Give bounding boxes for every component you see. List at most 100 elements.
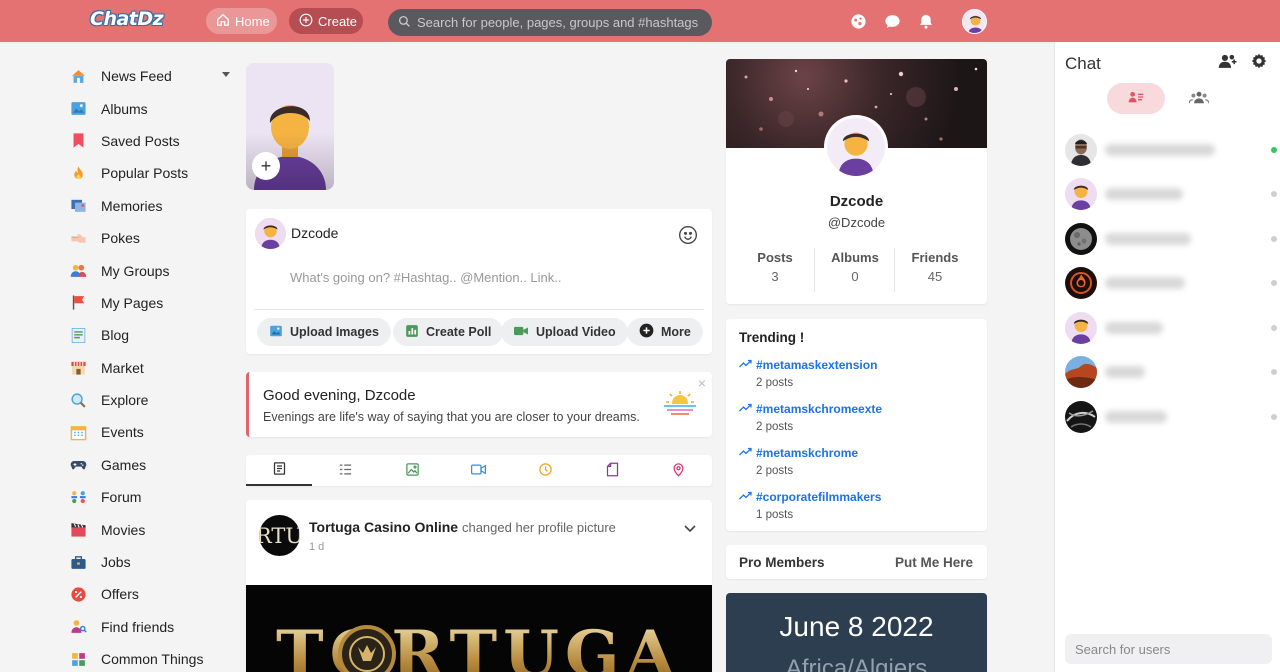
site-logo[interactable]: ChatDz [90,8,164,30]
sidebar-item-events[interactable]: Events [70,416,240,448]
chat-icon[interactable] [882,11,902,31]
stat-label: Albums [831,250,879,265]
tab-maps[interactable] [645,455,711,486]
trending-tag-link[interactable]: #metamaskextension [739,358,877,372]
tab-files[interactable] [579,455,645,486]
put-me-here-link[interactable]: Put Me Here [895,555,973,570]
post-author-avatar[interactable]: RTU [259,515,300,556]
tab-text-posts[interactable] [312,455,378,486]
more-icon [639,323,654,341]
sidebar-item-label: My Pages [101,294,164,311]
stat-posts[interactable]: Posts 3 [735,250,815,284]
post-action-text: changed her profile picture [461,520,616,535]
tab-videos[interactable] [445,455,511,486]
gear-icon[interactable] [1251,53,1267,72]
sidebar-item-my-pages[interactable]: My Pages [70,287,240,319]
add-friends-icon[interactable] [1218,53,1238,72]
tab-photos[interactable] [379,455,445,486]
sidebar-item-jobs[interactable]: Jobs [70,546,240,578]
create-button[interactable]: Create [289,8,363,34]
upload-video-button[interactable]: Upload Video [501,318,628,346]
sidebar-item-my-groups[interactable]: My Groups [70,254,240,286]
trending-tag-link[interactable]: #corporatefilmmakers [739,490,881,504]
upload-images-button[interactable]: Upload Images [257,318,391,346]
tab-contacts[interactable] [1107,83,1165,114]
chat-user-item[interactable] [1065,222,1277,256]
sidebar-item-offers[interactable]: Offers [70,578,240,610]
chat-user-item[interactable] [1065,266,1277,300]
stat-albums[interactable]: Albums 0 [815,250,895,284]
home-button[interactable]: Home [206,8,277,34]
tab-music[interactable] [512,455,578,486]
more-label: More [661,325,691,339]
post-author-name[interactable]: Tortuga Casino Online [309,519,458,535]
sidebar-item-label: Forum [101,489,142,506]
greeting-card: Good evening, Dzcode Evenings are life's… [246,372,712,437]
close-icon[interactable]: × [698,375,706,391]
chevron-down-icon[interactable] [222,72,230,77]
chat-user-item[interactable] [1065,311,1277,345]
trending-tag: #metamskchromeexte [756,402,883,416]
offline-status-indicator [1271,191,1277,197]
stat-value: 0 [851,269,859,284]
sidebar-item-games[interactable]: Games [70,449,240,481]
smiley-icon[interactable] [678,225,698,248]
popular-icon [70,165,87,182]
sidebar-item-memories[interactable]: Memories [70,190,240,222]
user-avatar[interactable] [962,9,987,34]
trending-tag-link[interactable]: #metamskchrome [739,446,858,460]
sidebar-item-common-things[interactable]: Common Things [70,643,240,672]
post-timestamp[interactable]: 1 d [309,541,324,553]
trending-item: #metamskchromeexte 2 posts [739,402,882,433]
sidebar-item-market[interactable]: Market [70,352,240,384]
chat-user-avatar [1065,223,1097,255]
sidebar-item-find-friends[interactable]: Find friends [70,611,240,643]
sidebar-item-blog[interactable]: Blog [70,319,240,351]
sidebar-item-albums[interactable]: Albums [70,92,240,124]
chat-user-avatar [1065,401,1097,433]
explore-icon [70,392,87,409]
chat-search-input[interactable] [1065,634,1272,664]
chevron-down-icon[interactable] [684,520,696,536]
sidebar-item-news-feed[interactable]: News Feed [70,60,240,92]
create-poll-label: Create Poll [426,325,492,339]
profile-handle: @Dzcode [827,215,886,230]
sidebar-item-explore[interactable]: Explore [70,384,240,416]
sidebar-item-pokes[interactable]: Pokes [70,222,240,254]
date-widget: June 8 2022 Africa/Algiers [726,593,987,672]
globe-icon[interactable] [848,11,868,31]
more-button[interactable]: More [627,318,703,346]
sidebar-item-label: My Groups [101,262,170,279]
upload-images-label: Upload Images [290,325,379,339]
add-story-button[interactable]: + [254,154,278,178]
create-story-card[interactable]: + [246,63,334,190]
bell-icon[interactable] [916,11,936,31]
home-label: Home [235,13,270,29]
sidebar-item-popular-posts[interactable]: Popular Posts [70,157,240,189]
sidebar-item-movies[interactable]: Movies [70,513,240,545]
chat-user-item[interactable] [1065,355,1277,389]
tab-all-posts[interactable] [246,455,312,486]
composer-input[interactable]: What's going on? #Hashtag.. @Mention.. L… [290,270,562,285]
trending-up-icon [739,490,752,504]
sidebar-item-forum[interactable]: Forum [70,481,240,513]
sidebar-item-saved-posts[interactable]: Saved Posts [70,125,240,157]
chat-user-item[interactable] [1065,133,1277,167]
timezone: Africa/Algiers [785,655,928,672]
pro-members-card: Pro Members Put Me Here [726,545,987,579]
composer-avatar [255,218,286,249]
profile-name[interactable]: Dzcode [726,193,987,210]
trending-tag-link[interactable]: #metamskchromeexte [739,402,882,416]
chat-user-item[interactable] [1065,400,1277,434]
post-image[interactable]: TORTUGA [246,585,712,672]
music-icon [538,462,553,480]
profile-avatar[interactable] [824,115,888,179]
stat-friends[interactable]: Friends 45 [895,250,975,284]
tab-groups[interactable] [1170,83,1228,114]
flag-icon [70,294,87,311]
chat-user-item[interactable] [1065,177,1277,211]
create-poll-button[interactable]: Create Poll [393,318,504,346]
sidebar-item-label: Popular Posts [101,165,189,182]
trending-count: 1 posts [756,509,794,521]
search-input[interactable] [417,15,707,30]
